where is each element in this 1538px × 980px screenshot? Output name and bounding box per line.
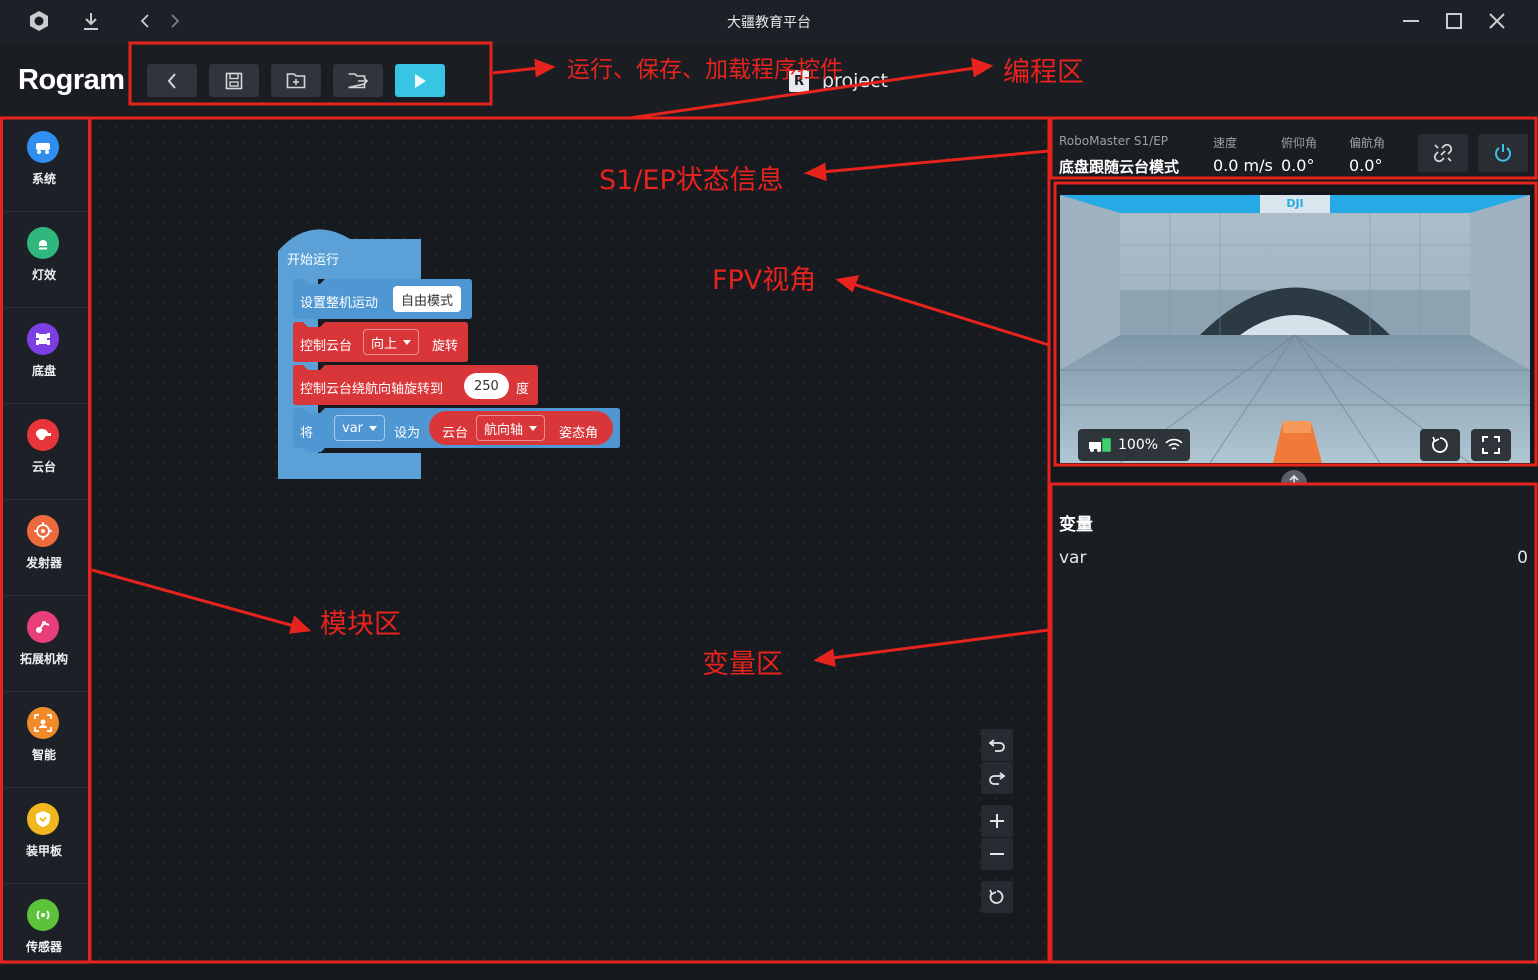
status-annotation: S1/EP状态信息 <box>599 165 784 196</box>
modules-highlight-box <box>0 116 91 964</box>
workspace-highlight-box <box>88 116 1051 964</box>
programming-annotation: 编程区 <box>1003 57 1084 88</box>
annotation-overlay <box>0 41 1538 964</box>
variables-annotation: 变量区 <box>702 649 783 680</box>
controls-highlight-box <box>128 41 493 106</box>
status-highlight-box <box>1049 116 1538 180</box>
controls-annotation: 运行、保存、加载程序控件 <box>567 57 843 83</box>
fpv-highlight-box <box>1053 181 1538 467</box>
fpv-annotation: FPV视角 <box>712 265 817 296</box>
variables-highlight-box <box>1049 482 1538 964</box>
modules-annotation: 模块区 <box>320 609 401 640</box>
